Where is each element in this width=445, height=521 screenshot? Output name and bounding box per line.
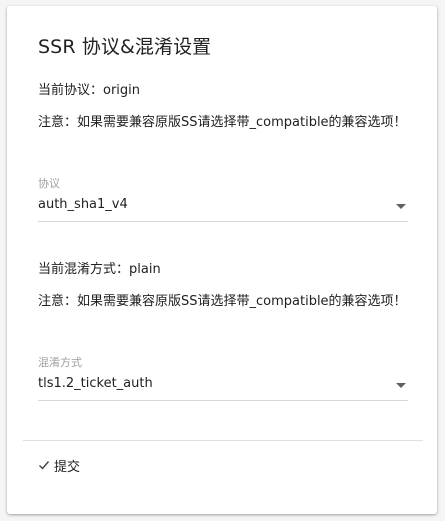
protocol-compat-note: 注意：如果需要兼容原版SS请选择带_compatible的兼容选项！ [38,115,407,130]
protocol-select[interactable]: auth_sha1_v4 [38,193,408,222]
current-protocol-text: 当前协议：origin [38,83,141,98]
obfs-compat-note: 注意：如果需要兼容原版SS请选择带_compatible的兼容选项！ [38,294,407,309]
obfs-select-value: tls1.2_ticket_auth [38,376,153,391]
check-icon [39,461,50,470]
obfs-select[interactable]: tls1.2_ticket_auth [38,372,408,401]
protocol-select-value: auth_sha1_v4 [38,197,128,212]
dropdown-arrow-icon [396,204,406,209]
dropdown-arrow-icon [396,383,406,388]
submit-button-label: 提交 [54,459,81,475]
obfs-field-label: 混淆方式 [38,356,82,369]
actions-divider [23,440,423,441]
current-obfs-text: 当前混淆方式：plain [38,262,161,277]
card-title: SSR 协议&混淆设置 [38,36,212,58]
ssr-settings-card: SSR 协议&混淆设置 当前协议：origin 注意：如果需要兼容原版SS请选择… [7,6,437,514]
submit-button[interactable]: 提交 [38,455,80,475]
protocol-field-label: 协议 [38,177,60,190]
